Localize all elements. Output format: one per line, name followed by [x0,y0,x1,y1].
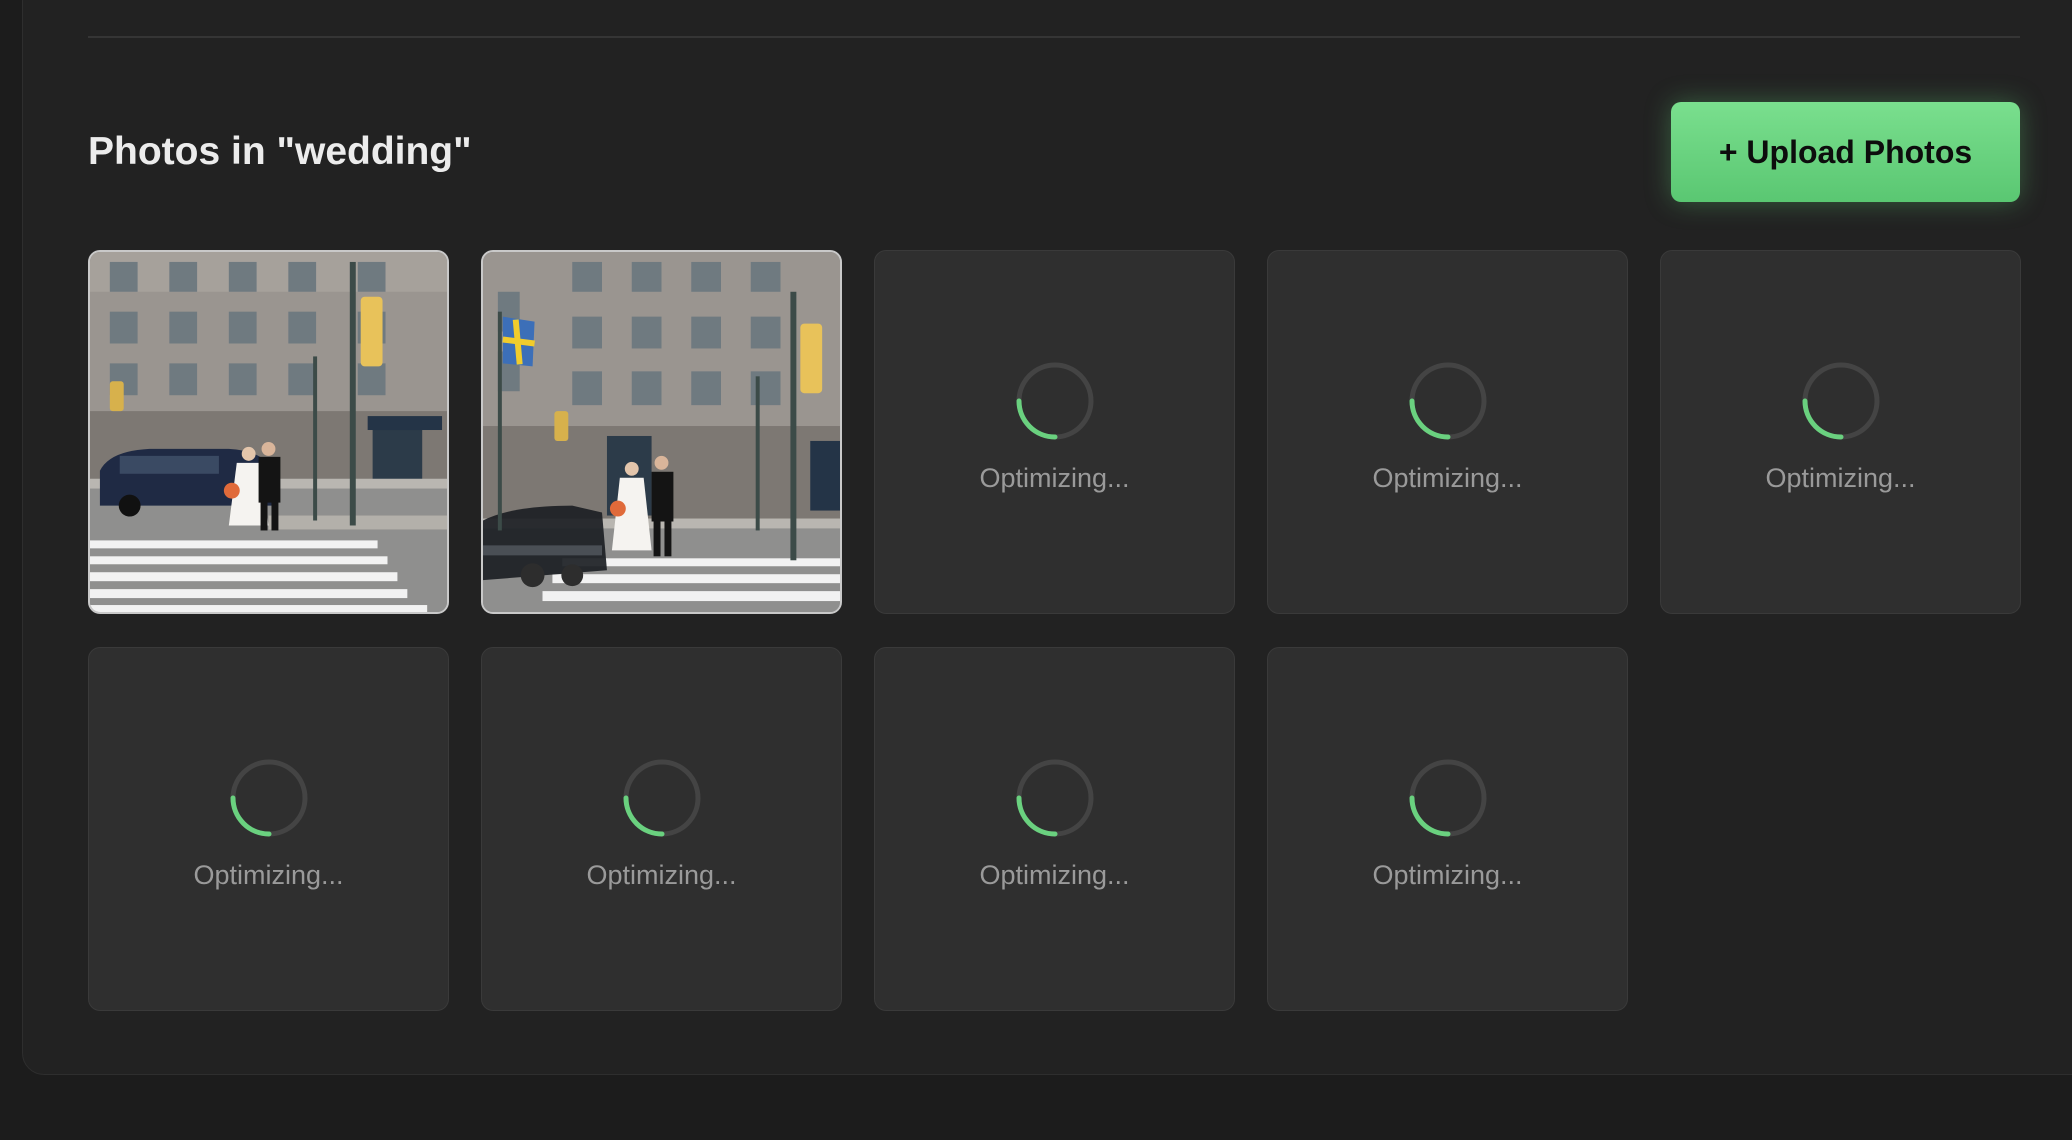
optimizing-label: Optimizing... [979,860,1130,890]
section-divider [88,36,2020,38]
optimizing-label: Optimizing... [979,463,1130,493]
photo-thumbnail[interactable] [481,250,842,614]
photo-placeholder-optimizing: Optimizing... [874,250,1235,614]
loading-spinner-icon [623,759,700,837]
optimizing-label: Optimizing... [1765,463,1916,493]
photo-thumbnail[interactable] [88,250,449,614]
loading-spinner-icon [1409,759,1486,837]
photo-grid: Optimizing... Optimizing... Optimizing..… [88,250,2021,1011]
optimizing-label: Optimizing... [586,860,737,890]
loading-spinner-icon [1802,362,1879,440]
loading-spinner-icon [1016,759,1093,837]
section-title: Photos in "wedding" [88,130,472,173]
optimizing-label: Optimizing... [1372,860,1523,890]
photo-placeholder-optimizing: Optimizing... [874,647,1235,1011]
photo-placeholder-optimizing: Optimizing... [1267,647,1628,1011]
photo-placeholder-optimizing: Optimizing... [481,647,842,1011]
upload-photos-button[interactable]: + Upload Photos [1671,102,2020,202]
loading-spinner-icon [1409,362,1486,440]
wedding-photo-image [90,252,447,612]
photo-placeholder-optimizing: Optimizing... [88,647,449,1011]
optimizing-label: Optimizing... [1372,463,1523,493]
loading-spinner-icon [1016,362,1093,440]
loading-spinner-icon [230,759,307,837]
photo-placeholder-optimizing: Optimizing... [1267,250,1628,614]
photo-placeholder-optimizing: Optimizing... [1660,250,2021,614]
wedding-photo-image [483,252,840,612]
optimizing-label: Optimizing... [193,860,344,890]
